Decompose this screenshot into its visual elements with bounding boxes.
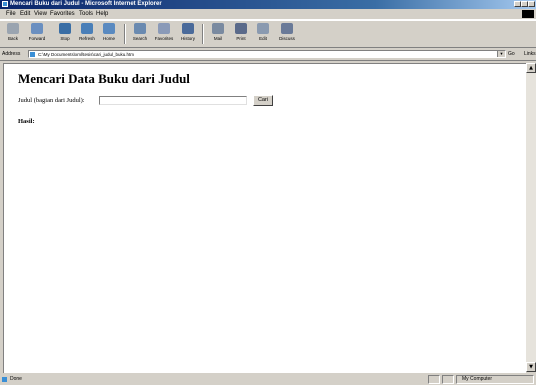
discuss-label: Discuss (279, 36, 295, 41)
search-submit-button[interactable]: Cari (253, 95, 273, 106)
page-icon (30, 52, 35, 57)
scroll-up-icon[interactable]: ▲ (526, 63, 536, 73)
print-icon (235, 23, 247, 34)
address-input[interactable]: C:\My Documents\xml\tesis\cari_judul_buk… (28, 50, 506, 58)
page-content: Mencari Data Buku dari Judul Judul (bagi… (3, 63, 526, 373)
refresh-icon (81, 23, 93, 34)
back-button[interactable]: Back (2, 23, 24, 45)
status-cell (428, 375, 440, 384)
history-icon (182, 23, 194, 34)
menu-favorites[interactable]: Favorites (50, 9, 75, 19)
history-label: History (180, 36, 195, 41)
address-bar: Address C:\My Documents\xml\tesis\cari_j… (0, 48, 536, 61)
stop-button[interactable]: Stop (54, 23, 76, 45)
links-button[interactable]: Links (524, 48, 536, 60)
title-search-input[interactable] (99, 96, 247, 105)
refresh-button[interactable]: Refresh (76, 23, 98, 45)
toolbar-separator (124, 24, 126, 44)
home-icon (103, 23, 115, 34)
search-label: Search (132, 36, 148, 41)
close-button[interactable] (528, 1, 535, 7)
print-label: Print (236, 36, 246, 41)
edit-icon (257, 23, 269, 34)
stop-icon (59, 23, 71, 34)
back-arrow-icon (7, 23, 19, 34)
history-button[interactable]: History (177, 23, 199, 45)
favorites-icon (158, 23, 170, 34)
favorites-label: Favorites (154, 36, 174, 41)
mail-button[interactable]: Mail (207, 23, 229, 45)
discuss-button[interactable]: Discuss (276, 23, 298, 45)
scroll-down-icon[interactable]: ▼ (526, 362, 536, 372)
ie-logo-icon (2, 1, 8, 7)
mail-icon (212, 23, 224, 34)
page-done-icon (2, 377, 7, 382)
menu-tools[interactable]: Tools (79, 9, 93, 19)
home-label: Home (102, 36, 115, 41)
address-dropdown-icon[interactable]: ▼ (497, 51, 505, 57)
minimize-button[interactable] (514, 1, 521, 7)
status-bar: Done My Computer (0, 374, 536, 385)
edit-button[interactable]: Edit (252, 23, 274, 45)
status-text: Done (10, 376, 22, 382)
search-icon (134, 23, 146, 34)
discuss-icon (281, 23, 293, 34)
print-button[interactable]: Print (230, 23, 252, 45)
vertical-scrollbar[interactable]: ▲ ▼ (526, 63, 536, 372)
home-button[interactable]: Home (98, 23, 120, 45)
windows-logo-icon (522, 10, 534, 18)
forward-label: Forward (28, 36, 46, 41)
maximize-button[interactable] (521, 1, 528, 7)
menu-view[interactable]: View (34, 9, 47, 19)
forward-button[interactable]: Forward (26, 23, 48, 45)
zone-text: My Computer (462, 376, 493, 382)
forward-arrow-icon (31, 23, 43, 34)
menu-help[interactable]: Help (96, 9, 108, 19)
toolbar-separator (202, 24, 204, 44)
menu-edit[interactable]: Edit (20, 9, 30, 19)
address-label: Address (2, 51, 21, 57)
result-label: Hasil: (18, 118, 35, 125)
window-title: Mencari Buku dari Judul - Microsoft Inte… (10, 1, 162, 7)
menu-file[interactable]: File (6, 9, 16, 19)
search-button[interactable]: Search (129, 23, 151, 45)
refresh-label: Refresh (79, 36, 95, 41)
favorites-button[interactable]: Favorites (153, 23, 175, 45)
stop-label: Stop (60, 36, 70, 41)
address-value: C:\My Documents\xml\tesis\cari_judul_buk… (38, 52, 135, 57)
go-button[interactable]: Go (508, 48, 515, 60)
status-cell (442, 375, 454, 384)
title-bar: Mencari Buku dari Judul - Microsoft Inte… (0, 0, 536, 9)
edit-label: Edit (259, 36, 267, 41)
standard-toolbar: Back Forward Stop Refresh Home Search Fa… (0, 20, 536, 48)
page-title: Mencari Data Buku dari Judul (18, 71, 190, 86)
menu-bar: File Edit View Favorites Tools Help (0, 9, 536, 20)
mail-label: Mail (213, 36, 223, 41)
back-label: Back (7, 36, 18, 41)
title-search-label: Judul (bagian dari Judul): (18, 97, 85, 104)
